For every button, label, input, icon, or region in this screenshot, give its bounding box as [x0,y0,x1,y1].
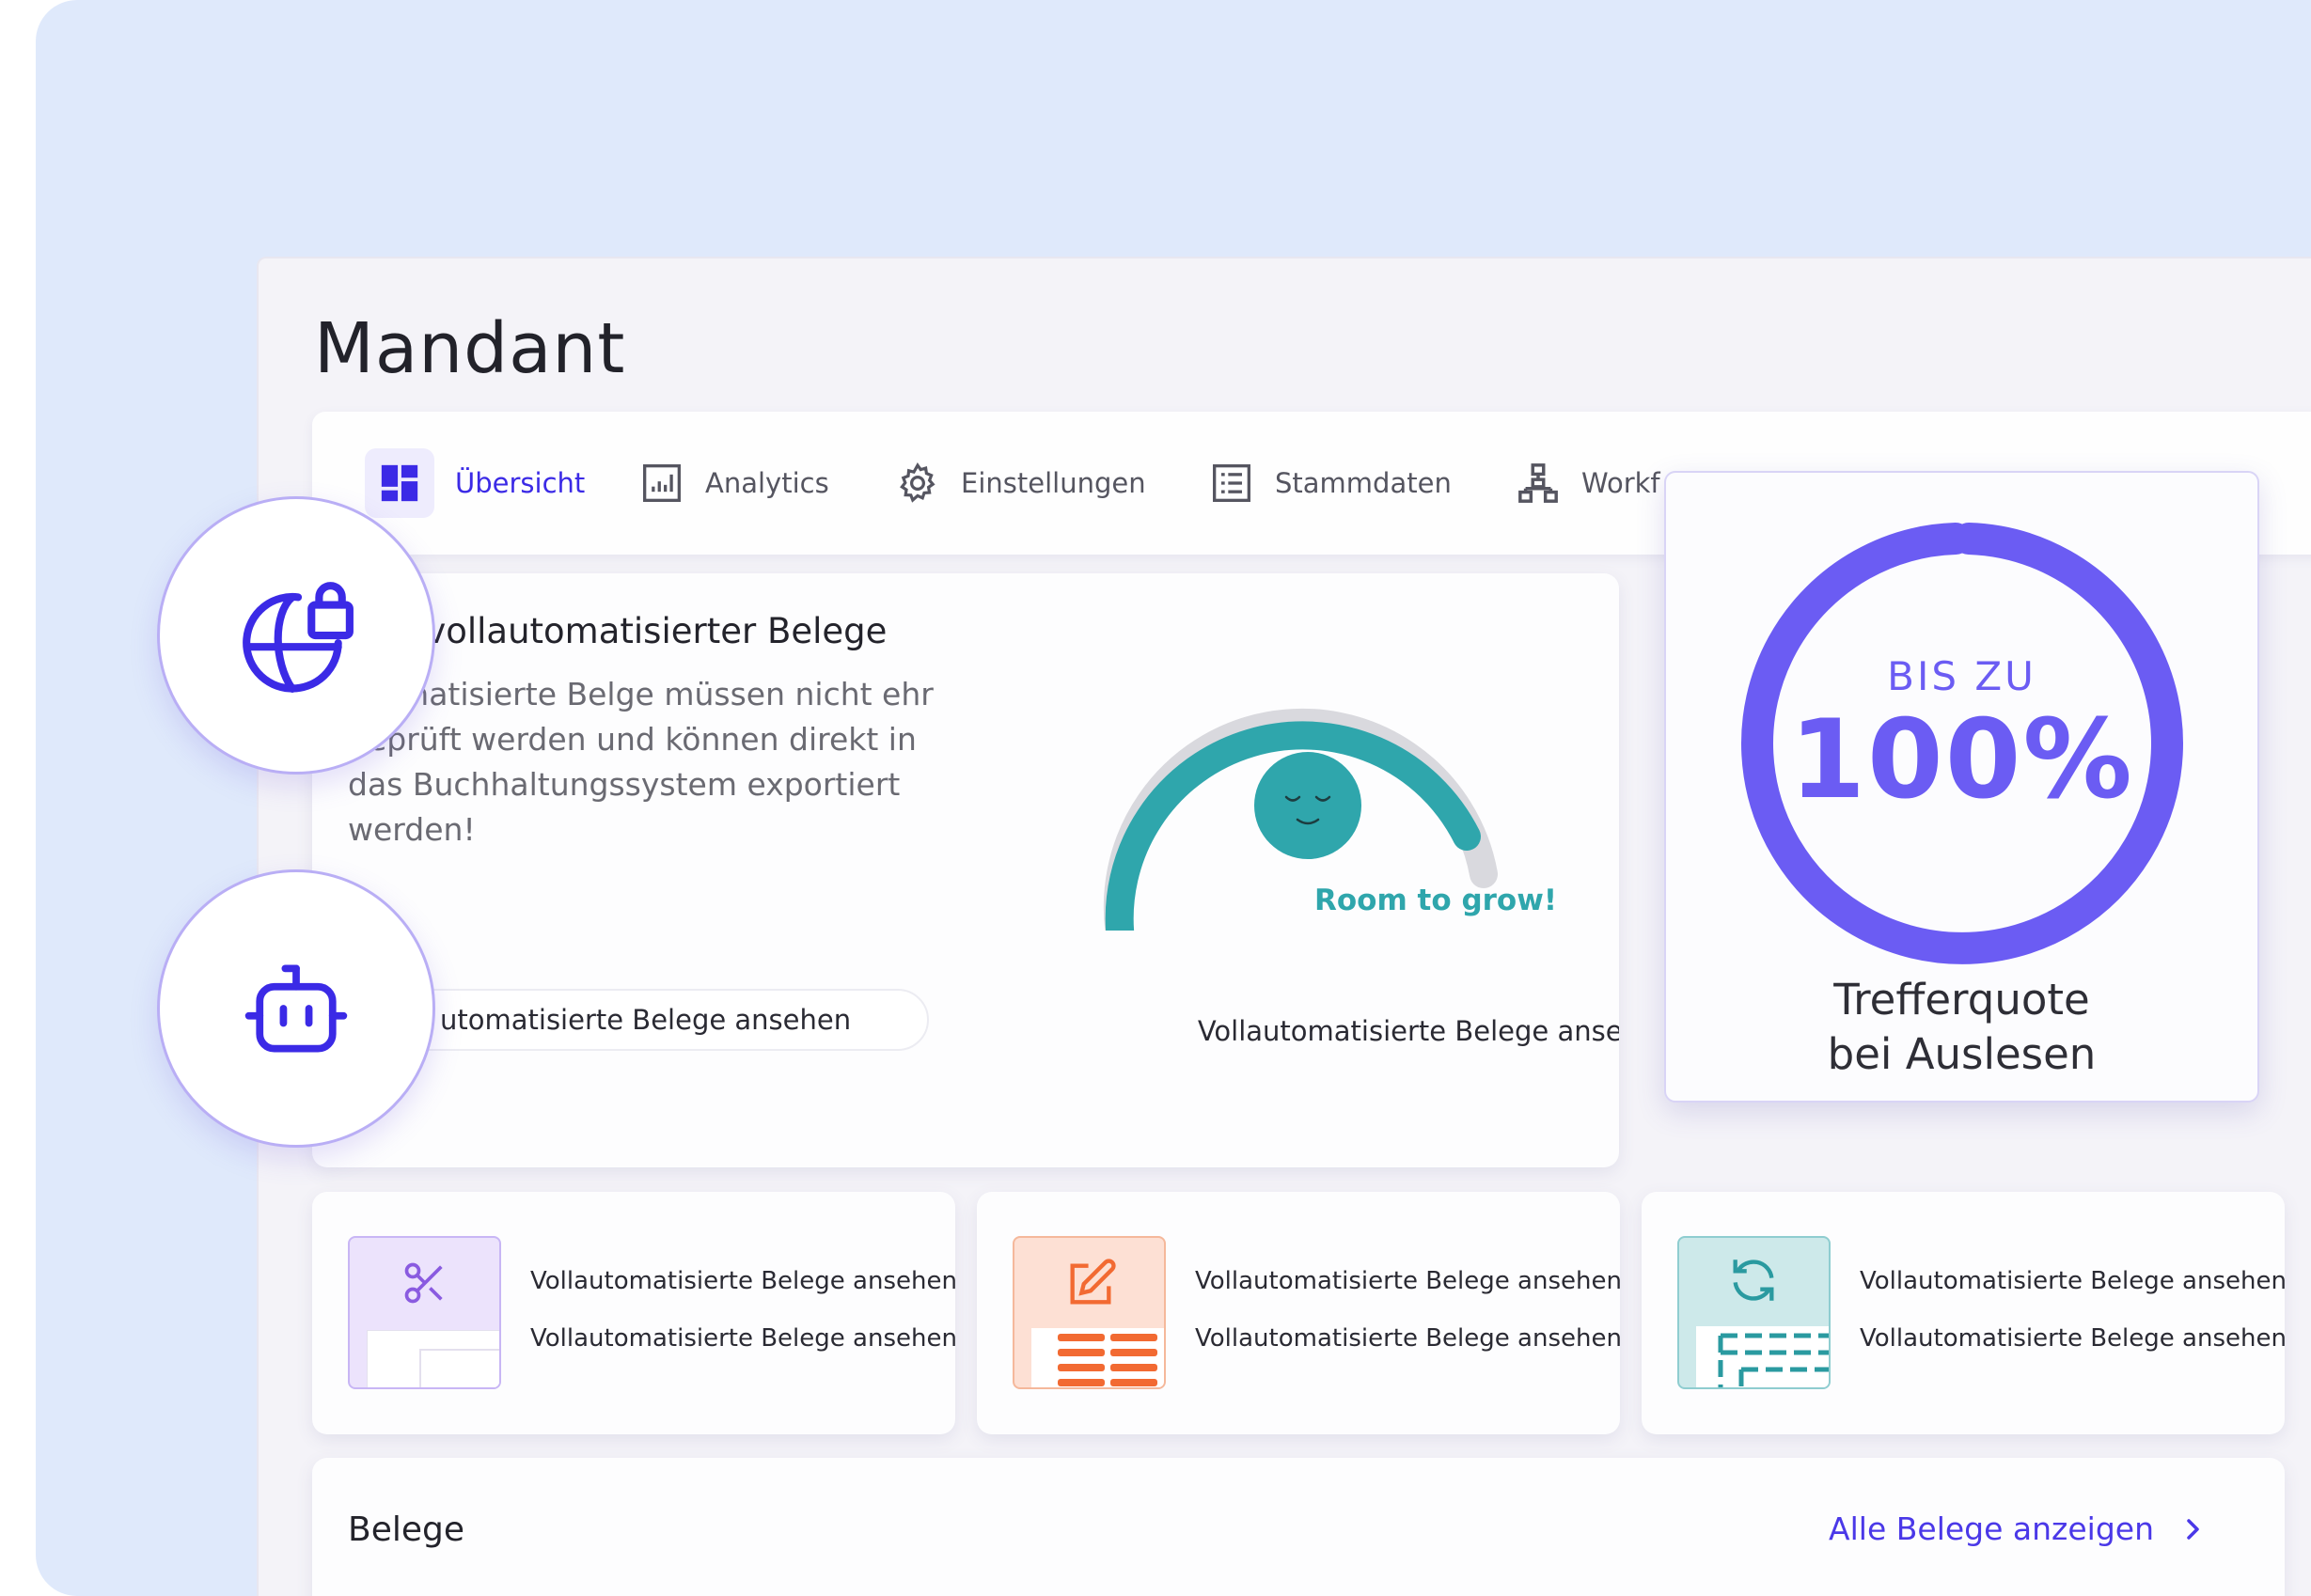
list-icon [1209,461,1254,506]
tab-workflows[interactable]: Workf [1516,446,1660,521]
feature-line[interactable]: Vollautomatisierte Belege ansehen [1195,1267,1622,1295]
hit-rate-value: 100% [1789,696,2134,823]
feature-line[interactable]: Vollautomatisierte Belege ansehen [1860,1324,2287,1353]
table-lines-icon [1058,1334,1157,1386]
thumbnail [348,1236,501,1389]
robot-icon [244,964,348,1053]
caption-line-1: Trefferquote [1833,975,2090,1025]
thumbnail [1677,1236,1831,1389]
tab-analytics[interactable]: Analytics [639,446,829,521]
feature-line[interactable]: Vollautomatisierte Belege ansehen [530,1267,957,1295]
gauge-label: Room to grow! [1313,884,1558,917]
belege-card: Belege Alle Belege anzeigen [312,1458,2285,1596]
tab-label: Stammdaten [1275,467,1452,499]
belege-title: Belege [348,1510,464,1549]
feature-card-edit[interactable]: Vollautomatisierte Belege ansehen Vollau… [977,1192,1622,1434]
bar-chart-icon [639,461,684,506]
dashed-lines-icon [1718,1333,1829,1387]
scissors-icon [404,1262,443,1304]
tab-einstellungen[interactable]: Einstellungen [895,446,1146,521]
gear-icon [895,461,940,506]
feature-line[interactable]: Vollautomatisierte Belege ansehen [530,1324,957,1353]
tab-uebersicht[interactable]: Übersicht [365,446,585,521]
automation-card: il vollautomatisierter Belege utomatisie… [312,573,1619,1167]
hit-rate-card: BIS ZU 100% Trefferquote bei Auslesen [1664,471,2259,1103]
thumbnail [1013,1236,1166,1389]
tab-stammdaten[interactable]: Stammdaten [1209,446,1452,521]
tab-label: Übersicht [455,467,586,499]
feature-card-scissors[interactable]: Vollautomatisierte Belege ansehen Vollau… [312,1192,957,1434]
chevron-right-icon [2187,1518,2199,1540]
button-label: utomatisierte Belege ansehen [440,1004,852,1036]
globe-lock-badge [157,496,435,775]
tab-label: Workf [1581,467,1660,499]
edit-icon [1070,1259,1116,1305]
automation-title: il vollautomatisierter Belege [395,611,888,651]
view-automated-button[interactable]: utomatisierte Belege ansehen [348,989,929,1051]
tab-label: Analytics [705,467,829,499]
automation-description: utomatisierte Belge müssen nicht ehr gep… [348,676,934,848]
feature-line[interactable]: Vollautomatisierte Belege ansehen [1195,1324,1622,1353]
dashboard-icon [365,448,434,518]
link-label: Alle Belege anzeigen [1829,1510,2154,1547]
page-title: Mandant [314,308,626,389]
caption-line-2: bei Auslesen [1827,1029,2097,1079]
robot-badge [157,869,435,1148]
hit-rate-caption: Trefferquote bei Auslesen [1666,973,2257,1082]
feature-card-refresh[interactable]: Vollautomatisierte Belege ansehen Vollau… [1642,1192,2287,1434]
all-belege-link[interactable]: Alle Belege anzeigen [1829,1510,2205,1547]
hit-rate-prefix: BIS ZU [1887,653,2036,699]
gauge-link[interactable]: Vollautomatisierte Belege ansehen [1027,1015,1619,1047]
sitemap-icon [1516,461,1561,506]
sleepy-face-icon [1254,752,1361,859]
globe-lock-icon [243,582,354,693]
refresh-icon [1733,1260,1774,1301]
tab-label: Einstellungen [961,467,1146,499]
feature-line[interactable]: Vollautomatisierte Belege ansehen [1860,1267,2287,1295]
